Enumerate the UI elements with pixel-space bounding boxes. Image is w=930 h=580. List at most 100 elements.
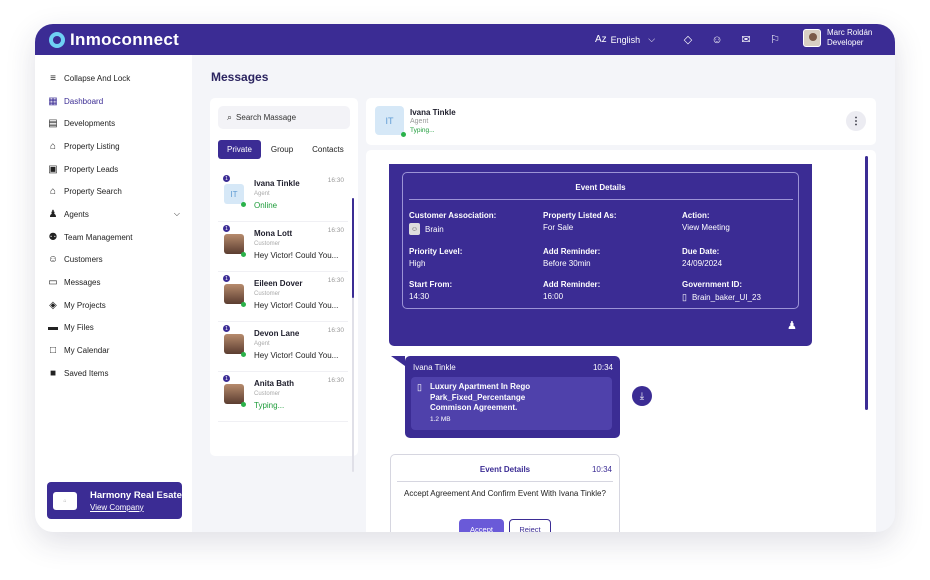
- contact-item[interactable]: 1 Mona Lott Customer Hey Victor! Could Y…: [218, 222, 348, 271]
- sidebar-item-property-search[interactable]: ⌂ Property Search: [35, 180, 192, 203]
- field-value: Brain: [425, 224, 444, 234]
- page-title: Messages: [211, 70, 269, 84]
- sidebar-item-my-calendar[interactable]: □ My Calendar: [35, 339, 192, 362]
- mail-icon[interactable]: ✉: [739, 33, 753, 46]
- sidebar-item-collapse-and-lock[interactable]: ≡ Collapse And Lock: [35, 67, 192, 90]
- sidebar-item-my-files[interactable]: ▬ My Files: [35, 317, 192, 340]
- sidebar-item-team-management[interactable]: ⚉ Team Management: [35, 226, 192, 249]
- file-attachment[interactable]: ▯ Luxury Apartment In Rego Park_Fixed_Pe…: [411, 377, 612, 430]
- scrollbar-thumb[interactable]: [352, 198, 354, 298]
- event-details-box: Event Details Customer Association: ☺ Bra…: [402, 172, 799, 309]
- sidebar-item-customers[interactable]: ☺ Customers: [35, 249, 192, 272]
- user-menu[interactable]: Marc Roldán Developer: [803, 28, 872, 48]
- user-notification-icon[interactable]: ☺: [710, 34, 724, 46]
- field-label: Due Date:: [682, 247, 720, 256]
- app-window: Inmoconnect Aᴢ English ⌵ ◇ ☺ ✉ ⚐ Marc Ro…: [35, 24, 895, 532]
- sidebar-item-label: Saved Items: [64, 368, 109, 378]
- contact-message: Hey Victor! Could You...: [254, 251, 339, 260]
- collapse-icon: ≡: [50, 72, 56, 84]
- tab-group[interactable]: Group: [262, 140, 302, 159]
- download-icon[interactable]: ⤓: [632, 386, 652, 406]
- sidebar-item-messages[interactable]: ▭ Messages: [35, 271, 192, 294]
- sidebar-item-property-listing[interactable]: ⌂ Property Listing: [35, 135, 192, 158]
- accept-button[interactable]: Accept: [459, 519, 504, 532]
- calendar-icon: □: [49, 345, 57, 357]
- tab-private[interactable]: Private: [218, 140, 261, 159]
- message-time: 10:34: [591, 465, 612, 474]
- building-icon: ▤: [48, 118, 58, 130]
- contact-time: 16:30: [327, 227, 344, 234]
- contact-item[interactable]: 1 Eileen Dover Customer Hey Victor! Coul…: [218, 272, 348, 321]
- sidebar-item-label: Property Leads: [64, 164, 119, 174]
- online-indicator: [241, 402, 246, 407]
- divider: [397, 481, 613, 482]
- sidebar-item-agents[interactable]: ♟ Agents ⌵: [35, 203, 192, 226]
- event-field: Add Reminder: 16:00: [543, 280, 600, 301]
- divider: [409, 199, 793, 200]
- company-card[interactable]: ⌂ Harmony Real Esate View Company: [47, 482, 182, 519]
- sidebar-item-dashboard[interactable]: ▦ Dashboard: [35, 90, 192, 113]
- chevron-down-icon: ⌵: [648, 34, 656, 44]
- more-options-button[interactable]: ⋮: [846, 111, 866, 131]
- event-field: Action: View Meeting: [682, 211, 730, 232]
- contact-time: 16:30: [327, 277, 344, 284]
- field-value: Before 30min: [543, 259, 591, 268]
- sidebar-item-label: Property Search: [64, 187, 122, 197]
- field-label: Property Listed As:: [543, 211, 617, 220]
- sidebar-item-label: My Files: [64, 323, 94, 333]
- bubble-tail: [391, 356, 405, 366]
- layers-icon: ◈: [49, 299, 57, 311]
- agents-icon: ♟: [48, 208, 58, 220]
- contact-role: Customer: [254, 391, 281, 397]
- contact-role: Customer: [254, 241, 281, 247]
- search-icon: ⌕: [227, 112, 233, 122]
- sidebar-item-developments[interactable]: ▤ Developments: [35, 112, 192, 135]
- online-indicator: [241, 252, 246, 257]
- reject-button[interactable]: Reject: [509, 519, 551, 532]
- tab-contacts[interactable]: Contacts: [303, 140, 353, 159]
- contact-item[interactable]: 1 Anita Bath Customer Typing... 16:30: [218, 372, 348, 421]
- announcement-icon[interactable]: ◇: [681, 33, 695, 46]
- agent-icon[interactable]: ♟: [787, 319, 797, 332]
- sidebar-item-label: Customers: [64, 255, 103, 265]
- sidebar-item-label: Developments: [64, 119, 116, 129]
- online-indicator: [241, 352, 246, 357]
- contacts-scrollbar[interactable]: [352, 198, 354, 472]
- app-logo[interactable]: Inmoconnect: [49, 30, 179, 50]
- field-value: High: [409, 259, 426, 268]
- field-label: Priority Level:: [409, 247, 463, 256]
- chat-contact-role: Agent: [410, 118, 429, 125]
- event-request-text: Accept Agreement And Confirm Event With …: [404, 489, 606, 498]
- sidebar: ≡ Collapse And Lock ▦ Dashboard ▤ Developme…: [35, 55, 192, 532]
- view-company-link[interactable]: View Company: [90, 503, 182, 512]
- document-icon: ▯: [682, 292, 687, 302]
- message-time: 10:34: [592, 363, 613, 372]
- language-selector[interactable]: Aᴢ English ⌵: [595, 24, 655, 55]
- contact-message: Hey Victor! Could You...: [254, 351, 339, 360]
- sidebar-item-saved-items[interactable]: ■ Saved Items: [35, 362, 192, 385]
- chat-status: Typing...: [410, 127, 435, 134]
- contact-role: Agent: [254, 341, 270, 347]
- chat-scrollbar[interactable]: [865, 156, 868, 410]
- online-indicator: [241, 302, 246, 307]
- avatar: [224, 384, 244, 404]
- avatar: [803, 29, 821, 47]
- sidebar-item-label: My Calendar: [64, 346, 110, 356]
- event-field: Start From: 14:30: [409, 280, 452, 301]
- event-request-title: Event Details: [479, 465, 531, 474]
- contact-time: 16:30: [327, 377, 344, 384]
- file-size: 1.2 MB: [430, 416, 451, 423]
- contact-item[interactable]: IT 1 Ivana Tinkle Agent Online 16:30: [218, 172, 348, 221]
- top-bar: Inmoconnect Aᴢ English ⌵ ◇ ☺ ✉ ⚐ Marc Ro…: [35, 24, 895, 55]
- sidebar-item-property-leads[interactable]: ▣ Property Leads: [35, 158, 192, 181]
- search-input[interactable]: ⌕ Search Massage: [218, 106, 350, 129]
- contact-item[interactable]: 1 Devon Lane Agent Hey Victor! Could You…: [218, 322, 348, 371]
- bell-icon[interactable]: ⚐: [768, 33, 782, 46]
- event-details-title: Event Details: [575, 183, 626, 192]
- person-avatar-icon: ☺: [409, 223, 420, 235]
- avatar: [224, 334, 244, 354]
- file-icon: ▯: [417, 382, 422, 392]
- contact-role: Customer: [254, 291, 281, 297]
- chat-header: IT Ivana Tinkle Agent Typing... ⋮: [366, 98, 876, 145]
- sidebar-item-my-projects[interactable]: ◈ My Projects: [35, 294, 192, 317]
